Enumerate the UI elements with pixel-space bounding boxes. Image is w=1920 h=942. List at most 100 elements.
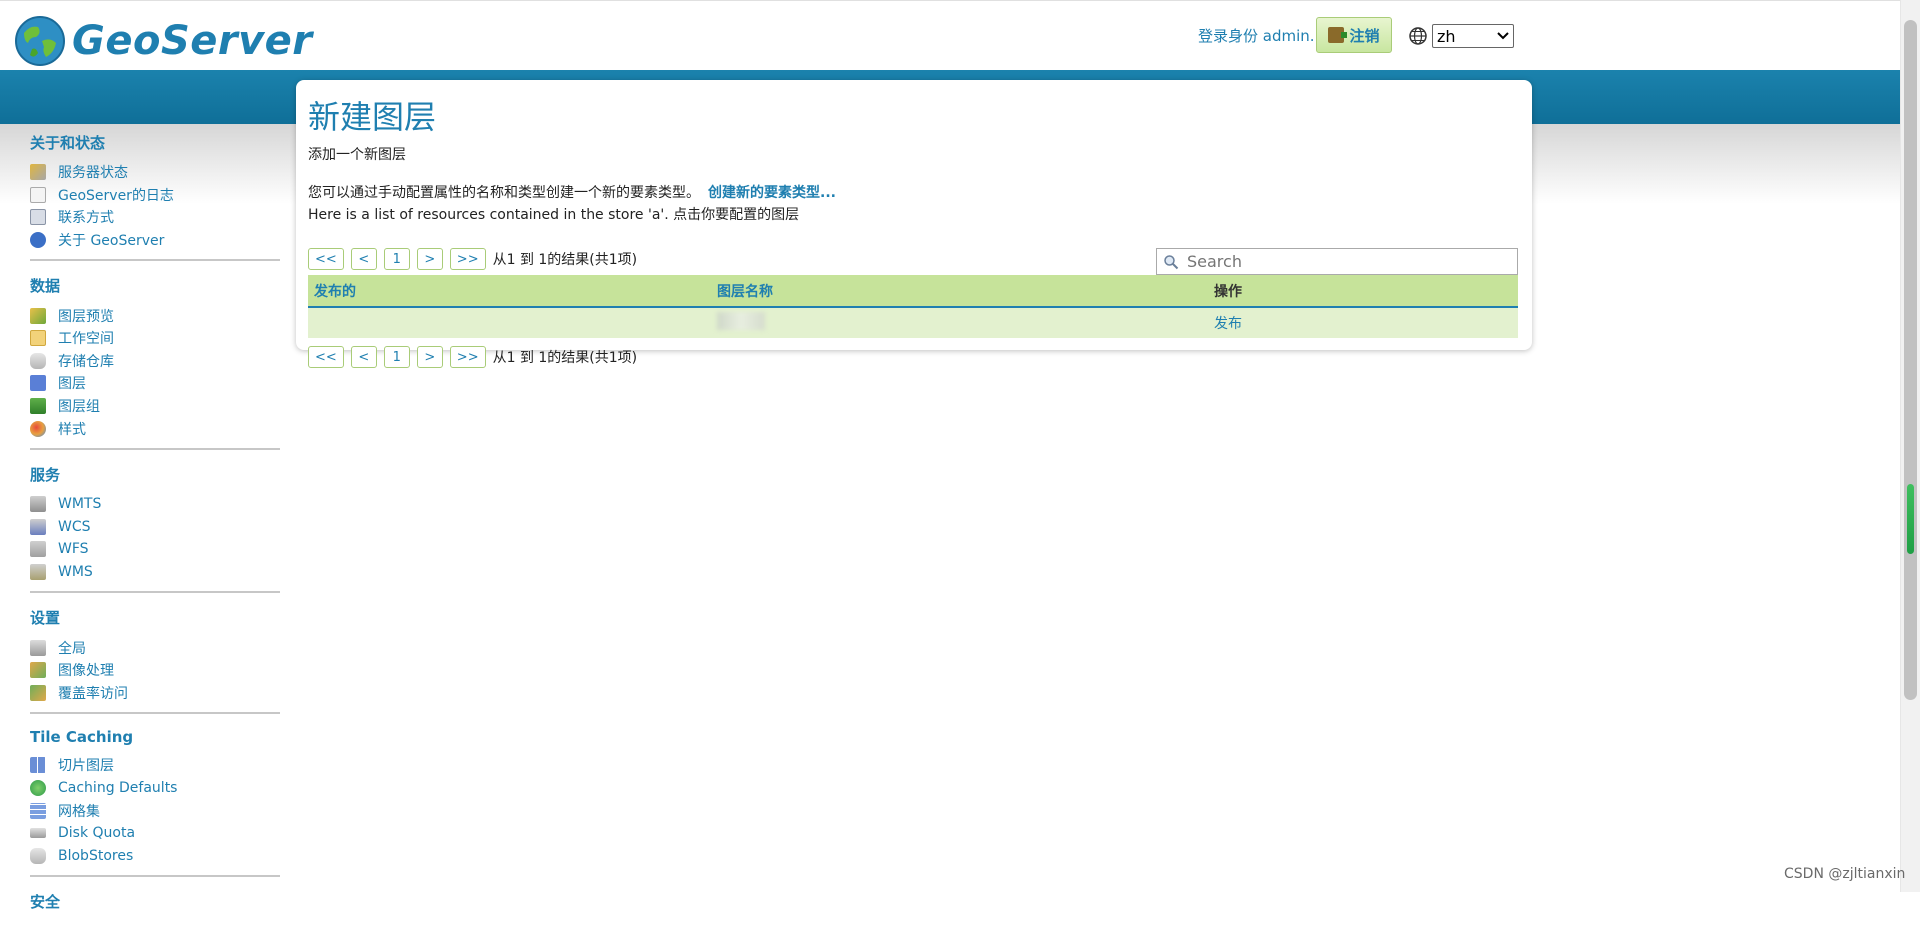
server-icon: [30, 496, 46, 513]
sidebar-item-caching-defaults[interactable]: Caching Defaults: [30, 777, 280, 800]
prev-page-button[interactable]: <: [350, 248, 377, 270]
pager-top: << < 1 > >> 从1 到 1的结果(共1项): [308, 248, 637, 270]
page-scrollbar[interactable]: [1900, 0, 1920, 892]
sidebar-section-data: 数据 图层预览 工作空间 存储仓库 图层 图层组 样式: [30, 275, 280, 450]
section-title: 服务: [30, 465, 61, 484]
logout-label: 注销: [1349, 26, 1380, 45]
sidebar-item-global[interactable]: 全局: [30, 636, 280, 659]
disk-icon: [30, 828, 46, 839]
sidebar-item-label: 存储仓库: [58, 353, 114, 370]
create-feature-type-link[interactable]: 创建新的要素类型...: [708, 185, 836, 201]
sidebar-item-logs[interactable]: GeoServer的日志: [30, 184, 280, 207]
content-panel: 新建图层 添加一个新图层 您可以通过手动配置属性的名称和类型创建一个新的要素类型…: [296, 80, 1532, 350]
resource-table: 发布的 图层名称 操作 发布: [308, 275, 1518, 338]
search-input[interactable]: [1185, 251, 1509, 272]
language-select[interactable]: zh: [1432, 24, 1514, 48]
sidebar-item-label: 图层组: [58, 399, 100, 416]
server-icon: [30, 541, 46, 558]
sidebar-item-label: 服务器状态: [58, 165, 128, 182]
sidebar-item-wcs[interactable]: WCS: [30, 516, 280, 539]
image-icon: [30, 662, 46, 679]
publish-link[interactable]: 发布: [1208, 313, 1242, 333]
description: 您可以通过手动配置属性的名称和类型创建一个新的要素类型。 创建新的要素类型...: [308, 182, 836, 202]
sidebar-item-label: 图像处理: [58, 663, 114, 680]
logo-text: GeoServer: [72, 18, 313, 64]
section-title: 数据: [30, 277, 61, 296]
language-globe-icon: [1409, 27, 1427, 45]
sidebar-item-label: BlobStores: [58, 847, 134, 864]
sidebar-item-wfs[interactable]: WFS: [30, 538, 280, 561]
server-icon: [30, 564, 46, 581]
contact-card-icon: [30, 209, 46, 226]
sidebar-item-image-processing[interactable]: 图像处理: [30, 659, 280, 682]
sidebar-item-layer-preview[interactable]: 图层预览: [30, 304, 280, 327]
sidebar-item-disk-quota[interactable]: Disk Quota: [30, 822, 280, 845]
pager-bottom: << < 1 > >> 从1 到 1的结果(共1项): [308, 346, 637, 368]
sidebar-item-blobstores[interactable]: BlobStores: [30, 844, 280, 867]
sidebar-item-label: 样式: [58, 421, 86, 438]
first-page-button[interactable]: <<: [308, 346, 344, 368]
sidebar-item-layers[interactable]: 图层: [30, 372, 280, 395]
sidebar-section-security: 安全: [30, 891, 280, 928]
description-text: 您可以通过手动配置属性的名称和类型创建一个新的要素类型。: [308, 185, 700, 201]
column-header-layer-name[interactable]: 图层名称: [711, 281, 1208, 301]
sidebar-item-label: 切片图层: [58, 758, 114, 775]
sidebar-item-gridsets[interactable]: 网格集: [30, 799, 280, 822]
sidebar-item-wms[interactable]: WMS: [30, 561, 280, 584]
sidebar-item-wmts[interactable]: WMTS: [30, 493, 280, 516]
table-header: 发布的 图层名称 操作: [308, 275, 1518, 308]
globe-logo-icon: [15, 16, 65, 66]
next-page-button[interactable]: >: [416, 346, 443, 368]
prev-page-button[interactable]: <: [350, 346, 377, 368]
language-value: zh: [1437, 26, 1456, 46]
sidebar-item-label: 图层预览: [58, 308, 114, 325]
section-title: 安全: [30, 893, 61, 912]
column-header-action: 操作: [1214, 283, 1242, 300]
sidebar-item-label: 网格集: [58, 803, 100, 820]
layer-icon: [30, 375, 46, 392]
sidebar-item-workspaces[interactable]: 工作空间: [30, 327, 280, 350]
sidebar-item-server-status[interactable]: 服务器状态: [30, 161, 280, 184]
sidebar-item-label: 覆盖率访问: [58, 685, 128, 702]
page-1-button[interactable]: 1: [383, 248, 410, 270]
last-page-button[interactable]: >>: [449, 346, 486, 368]
page-title: 新建图层: [308, 98, 437, 136]
sidebar-item-coverage-access[interactable]: 覆盖率访问: [30, 682, 280, 705]
sidebar-item-label: Caching Defaults: [58, 779, 178, 796]
sidebar-item-label: GeoServer的日志: [58, 187, 174, 204]
sidebar-item-label: Disk Quota: [58, 825, 136, 842]
column-header-published[interactable]: 发布的: [308, 281, 711, 301]
logout-icon: [1328, 27, 1348, 43]
geoserver-logo[interactable]: GeoServer: [14, 15, 313, 67]
scroll-indicator: [1907, 484, 1914, 554]
sidebar-section-services: 服务 WMTS WCS WFS WMS: [30, 464, 280, 594]
sidebar-item-label: WFS: [58, 541, 89, 558]
tile-grid-icon: [30, 757, 46, 774]
sidebar-item-contact[interactable]: 联系方式: [30, 206, 280, 229]
sidebar-item-label: 联系方式: [58, 210, 114, 227]
section-title: 设置: [30, 609, 61, 628]
first-page-button[interactable]: <<: [308, 248, 344, 270]
layer-group-icon: [30, 398, 46, 415]
sidebar-item-styles[interactable]: 样式: [30, 417, 280, 440]
search-box[interactable]: [1156, 248, 1518, 275]
logout-button[interactable]: 注销: [1316, 17, 1392, 53]
sidebar-item-stores[interactable]: 存储仓库: [30, 350, 280, 373]
sidebar-item-label: WMTS: [58, 496, 102, 513]
search-icon: [1164, 254, 1179, 269]
last-page-button[interactable]: >>: [449, 248, 486, 270]
result-count: 从1 到 1的结果(共1项): [492, 252, 638, 268]
page-1-button[interactable]: 1: [383, 346, 410, 368]
database-icon: [30, 847, 46, 864]
sidebar-item-tile-layers[interactable]: 切片图层: [30, 754, 280, 777]
next-page-button[interactable]: >: [416, 248, 443, 270]
folder-icon: [30, 330, 46, 347]
scrollbar-thumb[interactable]: [1904, 20, 1917, 700]
login-status: 登录身份 admin.: [1198, 27, 1315, 45]
sidebar-item-label: WCS: [58, 518, 91, 535]
sidebar-item-about[interactable]: 关于 GeoServer: [30, 229, 280, 252]
server-status-icon: [30, 164, 46, 181]
sidebar-item-layer-groups[interactable]: 图层组: [30, 395, 280, 418]
server-icon: [30, 518, 46, 535]
store-info: Here is a list of resources contained in…: [308, 207, 800, 223]
